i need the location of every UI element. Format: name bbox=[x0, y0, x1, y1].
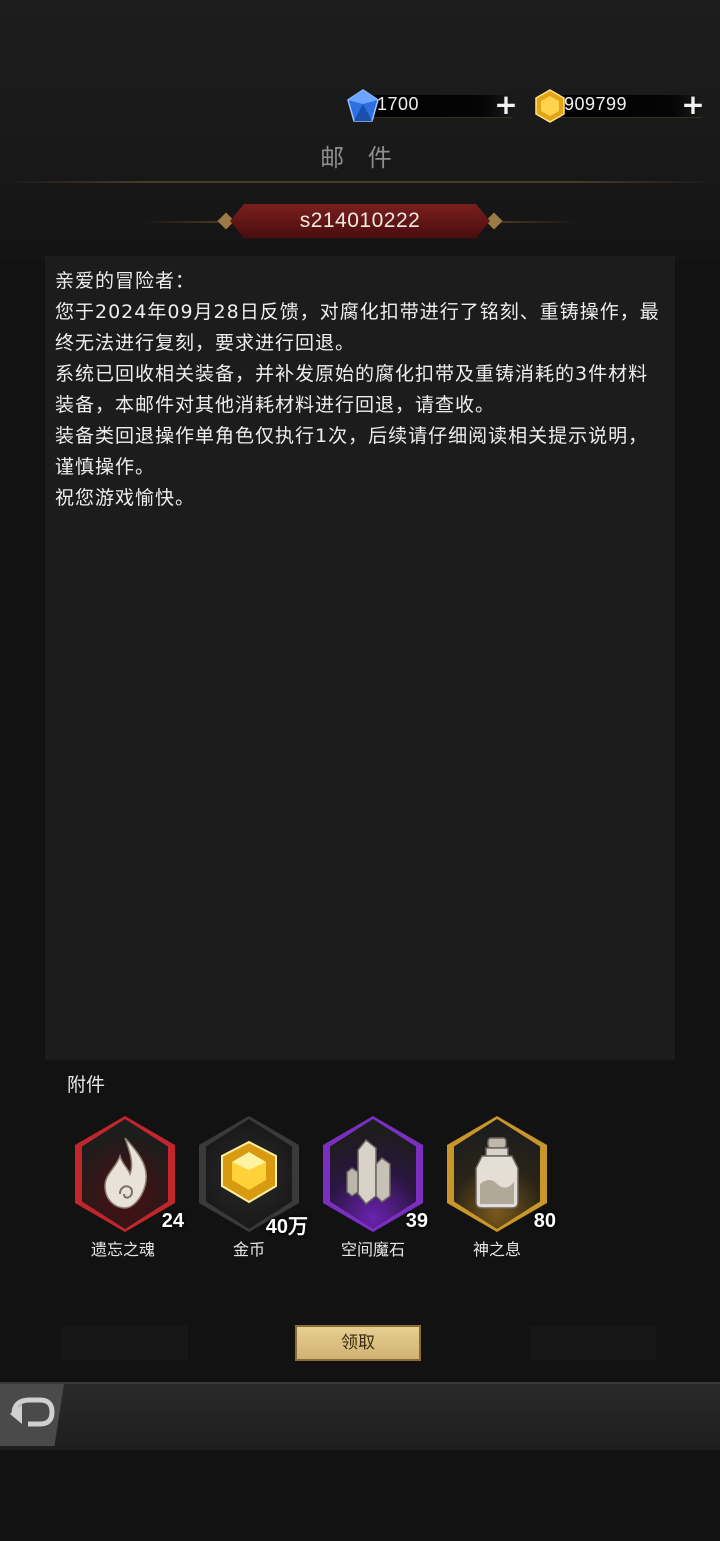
diamond-count: 1700 bbox=[377, 94, 420, 114]
gold-count: 909799 bbox=[564, 94, 628, 114]
page-title: 邮 件 bbox=[320, 144, 400, 172]
attachment-name: 遗忘之魂 bbox=[90, 1240, 155, 1259]
mail-body-panel[interactable]: 亲爱的冒险者： 您于2024年09月28日反馈，对腐化扣带进行了铭刻、重铸操作，… bbox=[45, 256, 675, 1060]
gold-currency: 909799 + bbox=[532, 89, 710, 123]
claim-button[interactable]: 领取 bbox=[295, 1325, 421, 1361]
mail-sender: s214010222 bbox=[230, 204, 490, 238]
back-arrow-icon bbox=[10, 1397, 55, 1427]
sender-banner: s214010222 bbox=[140, 201, 580, 241]
gold-coin-icon bbox=[221, 1140, 277, 1204]
attachment-item-soul[interactable]: 24 遗忘之魂 bbox=[70, 1116, 184, 1266]
attachment-item-gold[interactable]: 40万 金币 bbox=[194, 1116, 308, 1266]
attachment-qty: 24 bbox=[161, 1210, 184, 1232]
blue-diamond-icon bbox=[347, 89, 379, 122]
attachment-qty: 39 bbox=[405, 1210, 428, 1232]
attachment-name: 金币 bbox=[232, 1240, 265, 1259]
add-diamond-button[interactable]: + bbox=[493, 91, 519, 119]
attachment-name: 空间魔石 bbox=[340, 1240, 405, 1259]
background-button-right bbox=[530, 1326, 656, 1360]
attachment-name: 神之息 bbox=[472, 1240, 521, 1259]
gold-gem-icon bbox=[535, 89, 565, 123]
attachment-item-bottle[interactable]: 80 神之息 bbox=[442, 1116, 556, 1266]
attachment-qty: 40万 bbox=[265, 1216, 308, 1238]
attachment-qty: 80 bbox=[533, 1210, 556, 1232]
attachments-title: 附件 bbox=[67, 1074, 106, 1096]
soul-flame-icon bbox=[104, 1137, 147, 1209]
back-button[interactable] bbox=[0, 1384, 64, 1446]
bottle-icon bbox=[475, 1137, 519, 1209]
crystal-icon bbox=[346, 1138, 391, 1206]
bottom-bar bbox=[0, 1382, 720, 1450]
mail-body-text: 亲爱的冒险者： 您于2024年09月28日反馈，对腐化扣带进行了铭刻、重铸操作，… bbox=[55, 270, 660, 509]
attachment-item-crystal[interactable]: 39 空间魔石 bbox=[318, 1116, 428, 1266]
add-gold-button[interactable]: + bbox=[680, 91, 706, 119]
diamond-currency: 1700 + bbox=[345, 89, 520, 122]
background-button-left bbox=[62, 1326, 188, 1360]
title-divider bbox=[0, 181, 720, 183]
